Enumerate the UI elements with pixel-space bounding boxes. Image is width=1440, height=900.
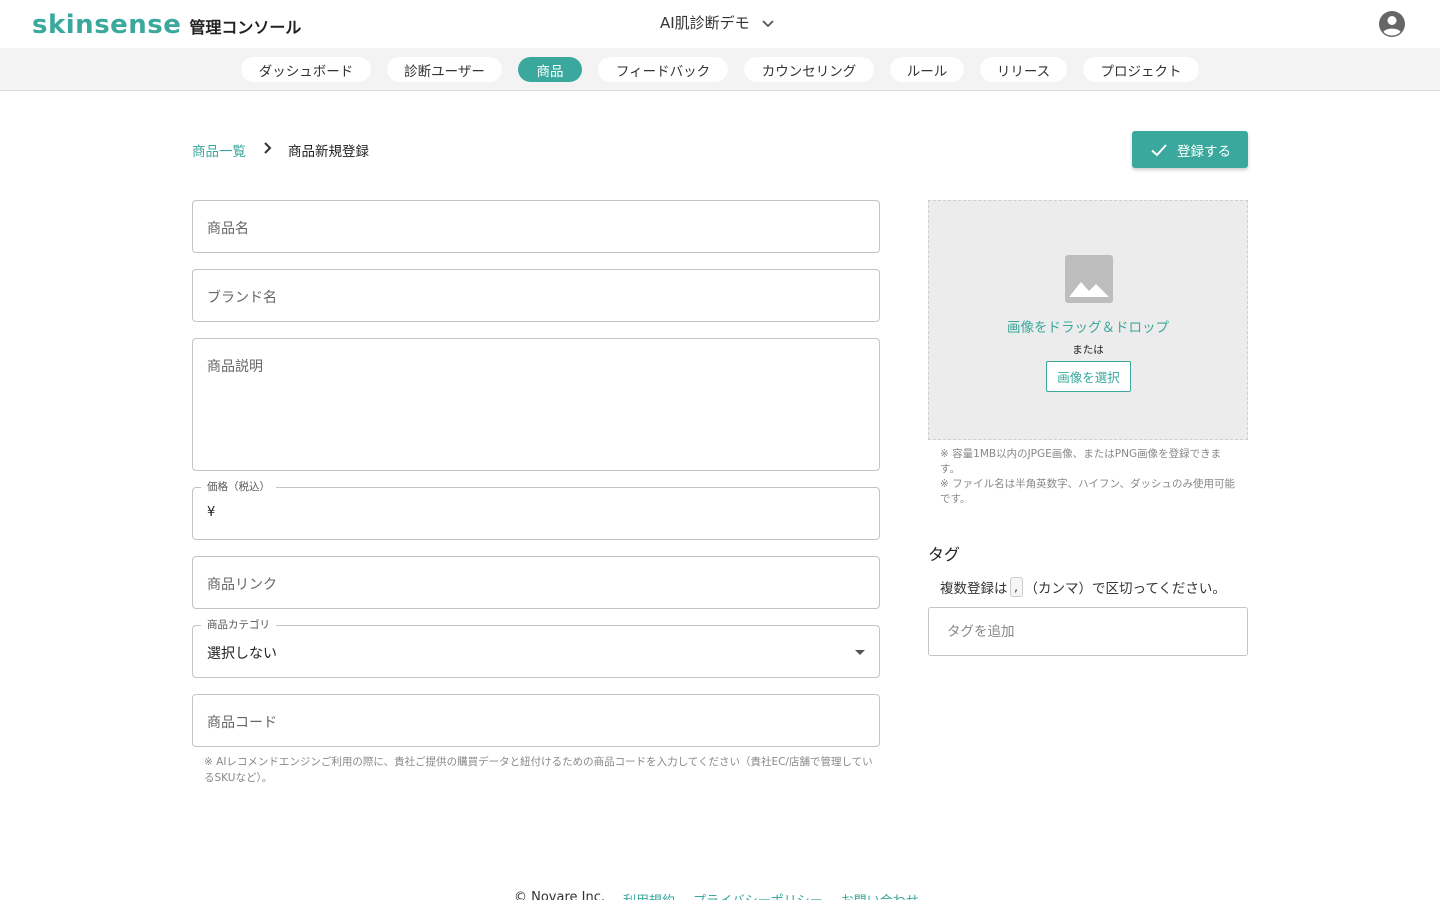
product-name-input[interactable]: 商品名 [192,200,880,253]
drop-instruction: 画像をドラッグ＆ドロップ [1007,320,1169,336]
product-link-input[interactable]: 商品リンク [192,556,880,609]
logo-subtitle: 管理コンソール [189,18,302,37]
category-select[interactable]: 商品カテゴリ 選択しない [192,617,880,678]
chevron-right-icon [264,142,272,154]
or-label: または [1072,344,1104,356]
currency-prefix: ¥ [207,505,216,520]
category-label: 商品カテゴリ [201,617,276,632]
logo-wordmark: skinsense [32,10,182,40]
price-label: 価格（税込） [201,479,276,494]
tags-help: 複数登録は , （カンマ）で区切ってください。 [940,577,1226,597]
nav-feedback[interactable]: フィードバック [598,57,728,82]
nav-diagnosis-users[interactable]: 診断ユーザー [387,57,502,82]
footer-terms-link[interactable]: 利用規約 [623,890,675,900]
breadcrumb-product-list[interactable]: 商品一覧 [192,140,246,160]
project-name: AI肌診断デモ [660,14,750,32]
link-placeholder: 商品リンク [207,577,277,593]
footer-copyright: © Novare Inc. [514,890,606,900]
nav-projects[interactable]: プロジェクト [1083,57,1199,82]
product-name-placeholder: 商品名 [207,221,249,237]
choose-image-button[interactable]: 画像を選択 [1046,361,1131,392]
account-avatar-icon[interactable] [1378,10,1406,38]
brand-name-input[interactable]: ブランド名 [192,269,880,322]
image-filename-note: ※ ファイル名は半角英数字、ハイフン、ダッシュのみ使用可能です。 [940,478,1236,505]
nav-products[interactable]: 商品 [518,57,582,82]
tags-help-before: 複数登録は [940,581,1008,597]
main-nav: ダッシュボード 診断ユーザー 商品 フィードバック カウンセリング ルール リリ… [0,48,1440,91]
image-size-note: ※ 容量1MB以内のJPGE画像、またはPNG画像を登録できます。 [940,448,1222,475]
nav-releases[interactable]: リリース [980,57,1067,82]
code-placeholder: 商品コード [207,715,277,731]
nav-counseling[interactable]: カウンセリング [744,57,874,82]
top-header: skinsense 管理コンソール AI肌診断デモ [0,0,1440,48]
chevron-down-icon [762,19,774,27]
category-value: 選択しない [207,646,277,662]
image-placeholder-icon [1065,255,1113,303]
nav-dashboard[interactable]: ダッシュボード [241,57,371,82]
nav-rules[interactable]: ルール [890,57,964,82]
brand-name-placeholder: ブランド名 [207,290,277,306]
footer-contact-link[interactable]: お問い合わせ [841,890,919,900]
price-input[interactable]: 価格（税込） ¥ [192,479,880,540]
register-button[interactable]: 登録する [1132,131,1248,168]
breadcrumb-current: 商品新規登録 [288,144,369,160]
comma-chip: , [1009,577,1023,597]
project-switcher[interactable]: AI肌診断デモ [660,12,776,33]
tags-heading: タグ [928,545,961,564]
product-code-note: ※ AIレコメンドエンジンご利用の際に、貴社ご提供の購買データと紐付けるための商… [204,756,873,784]
footer: © Novare Inc. 利用規約 プライバシーポリシー お問い合わせ [514,890,919,900]
tags-help-after: （カンマ）で区切ってください。 [1024,581,1226,597]
product-code-input[interactable]: 商品コード [192,694,880,747]
tag-input[interactable] [928,607,1248,656]
footer-privacy-link[interactable]: プライバシーポリシー [693,890,823,900]
product-description-textarea[interactable]: 商品説明 [192,338,880,471]
description-placeholder: 商品説明 [207,359,263,375]
dropdown-arrow-icon [855,650,865,655]
check-icon [1151,143,1167,156]
app-logo[interactable]: skinsense 管理コンソール [32,10,301,40]
register-button-label: 登録する [1177,143,1231,160]
